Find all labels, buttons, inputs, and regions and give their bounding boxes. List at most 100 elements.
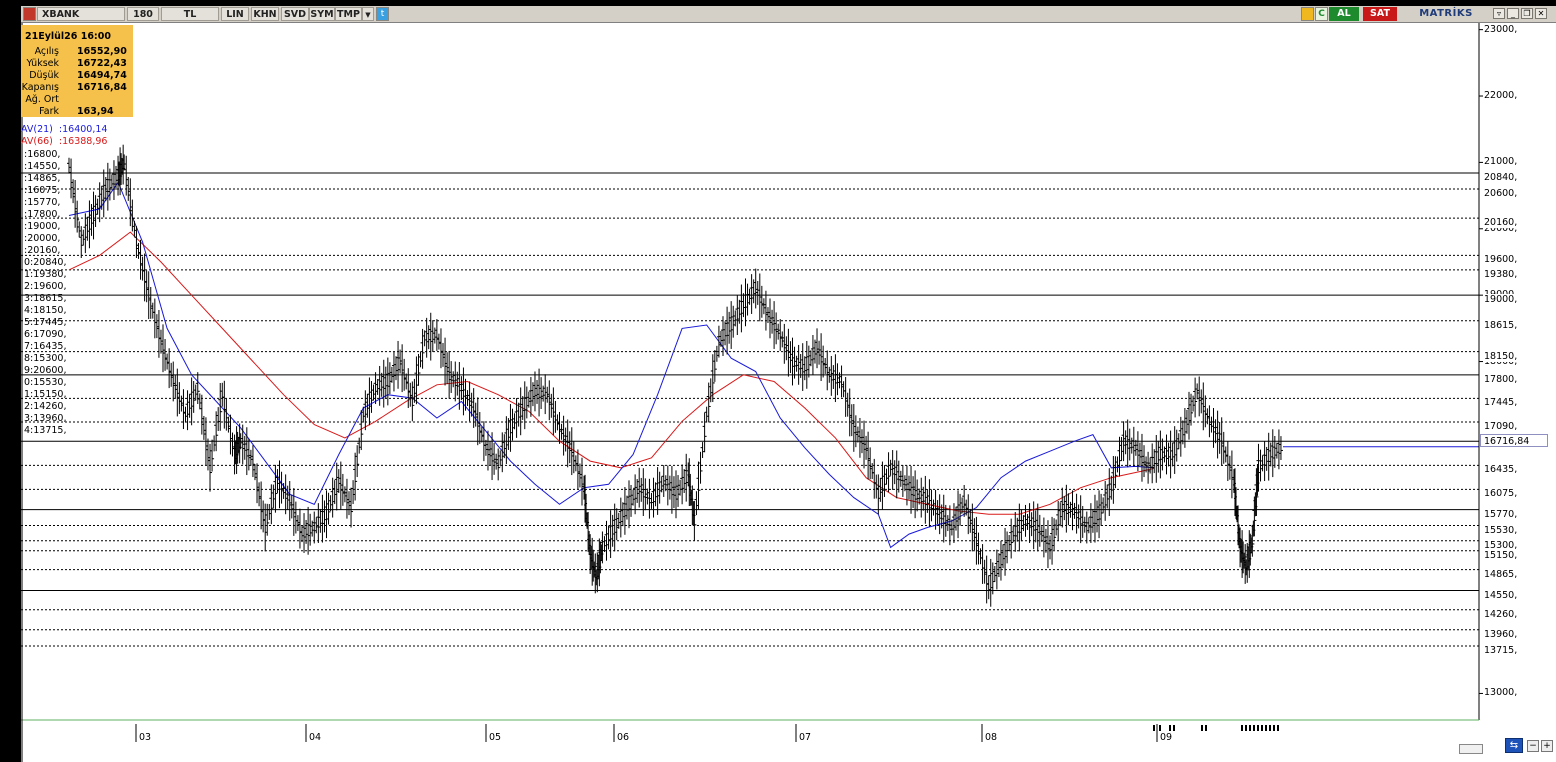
ma66-line [68,231,1155,515]
level-list-item: :20000, [24,233,61,244]
info-row-low: Düşük 16494,74 [21,70,133,82]
y-tick-label: 21000, [1484,156,1518,168]
info-row-open: Açılış 16552,90 [21,46,133,58]
level-axis-label: 15530, [1484,524,1518,536]
y-tick-label: 13000, [1484,687,1518,699]
level-list-item: 2:14260, [24,401,67,412]
ma66-name: AV(66) [21,136,53,147]
level-list-item: 4:18150, [24,305,67,316]
info-date: 21Eylül26 16:00 [25,31,111,42]
level-axis-label: 17090, [1484,420,1518,432]
level-list-item: 1:15150, [24,389,67,400]
volume-marks [1153,725,1279,731]
x-tick-label: 05 [489,732,502,743]
x-tick-label: 07 [799,732,812,743]
ma21-name: AV(21) [21,124,53,135]
info-value: 16716,84 [77,82,127,93]
volume-mark [1261,725,1263,731]
x-tick-marks [135,724,1158,742]
level-list-item: 4:13715, [24,425,67,436]
level-list-item: 3:13960, [24,413,67,424]
level-list-item: 0:15530, [24,377,67,388]
price-chart[interactable] [21,6,1556,762]
scroll-handle[interactable] [1459,744,1483,754]
level-axis-label: 16075, [1484,488,1518,500]
info-label: Yüksek [26,58,59,69]
info-label: Açılış [34,46,59,57]
level-list-item: 8:15300, [24,353,67,364]
level-axis-label: 20160, [1484,217,1518,229]
ma21-label: AV(21) :16400,14 [21,124,107,135]
level-axis-label: 20600, [1484,187,1518,199]
level-list-item: :15770, [24,197,61,208]
info-value: 16494,74 [77,70,127,81]
info-value: 16552,90 [77,46,127,57]
volume-mark [1273,725,1275,731]
volume-mark [1257,725,1259,731]
info-label: Ağ. Ort [25,94,59,105]
level-axis-label: 18615, [1484,319,1518,331]
navigate-icon[interactable]: ⇆ [1505,738,1523,753]
level-axis-label: 15150, [1484,549,1518,561]
level-axis-label: 20840, [1484,172,1518,184]
chart-series [67,144,1283,607]
volume-mark [1173,725,1175,731]
level-list-item: 5:17445, [24,317,67,328]
volume-mark [1269,725,1271,731]
info-value: 163,94 [77,106,114,117]
level-list-item: 3:18615, [24,293,67,304]
level-axis-label: 17800, [1484,373,1518,385]
level-axis-label: 13715, [1484,644,1518,656]
volume-mark [1265,725,1267,731]
x-tick-label: 08 [985,732,998,743]
zoom-out-icon[interactable]: − [1527,740,1539,752]
info-label: Fark [39,106,59,117]
current-price-label: 16716,84 [1480,434,1548,447]
level-axis-label: 17445, [1484,397,1518,409]
ma66-label: AV(66):16388,96 [21,136,107,147]
zoom-in-icon[interactable]: + [1541,740,1553,752]
volume-mark [1277,725,1279,731]
level-axis-label: 16435, [1484,464,1518,476]
info-label: Düşük [29,70,59,81]
level-axis-label: 14260, [1484,608,1518,620]
volume-mark [1249,725,1251,731]
level-list-item: :17800, [24,209,61,220]
volume-mark [1201,725,1203,731]
level-axis-label: 19600, [1484,254,1518,266]
level-list-item: 2:19600, [24,281,67,292]
level-list-item: 0:20840, [24,257,67,268]
level-list-item: 9:20600, [24,365,67,376]
y-tick-label: 22000, [1484,90,1518,102]
chart-window: XBANK 180 TL LIN KHN SVD SYM TMP ▼ t C A… [21,6,1556,762]
ohlc-info-box: 21Eylül26 16:00 Açılış 16552,90 Yüksek 1… [21,25,133,117]
level-list-item: :16800, [24,149,61,160]
level-list-item: :16075, [24,185,61,196]
info-row-change: Fark 163,94 [21,106,133,118]
info-row-high: Yüksek 16722,43 [21,58,133,70]
level-list-item: 7:16435, [24,341,67,352]
level-axis-label: 15770, [1484,508,1518,520]
level-axis-label: 19380, [1484,268,1518,280]
info-label: Kapanış [21,82,59,93]
info-row-close: Kapanış 16716,84 [21,82,133,94]
volume-mark [1253,725,1255,731]
info-value: 16722,43 [77,58,127,69]
level-list-item: :14865, [24,173,61,184]
x-tick-label: 09 [1160,732,1173,743]
y-tick-label: 23000, [1484,23,1518,35]
volume-mark [1159,725,1161,731]
x-tick-label: 04 [309,732,322,743]
volume-mark [1205,725,1207,731]
level-list-item: :20160, [24,245,61,256]
volume-mark [1245,725,1247,731]
level-axis-label: 14550, [1484,589,1518,601]
x-tick-label: 06 [617,732,630,743]
level-list-item: 1:19380, [24,269,67,280]
level-axis-label: 18150, [1484,350,1518,362]
volume-mark [1241,725,1243,731]
level-axis-label: 14865, [1484,568,1518,580]
ma21-value: :16400,14 [58,124,108,135]
y-tick-marks [1479,29,1483,694]
level-list-item: :14550, [24,161,61,172]
